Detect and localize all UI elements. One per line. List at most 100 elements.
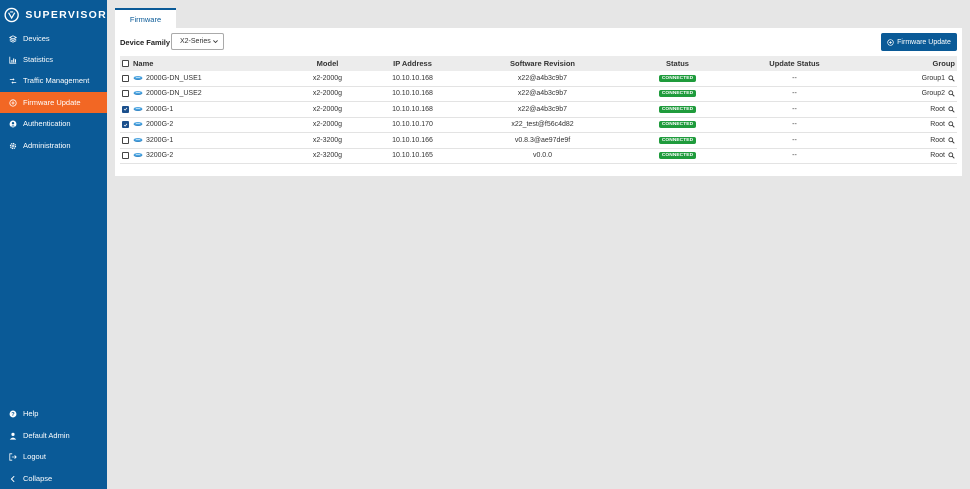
sidebar: SUPERVISOR Devices Statistics Traffic Ma… — [0, 0, 107, 489]
search-icon[interactable] — [948, 90, 955, 97]
table-row[interactable]: 2000G-DN_USE1 x2-2000g 10.10.10.168 x22@a4b… — [120, 71, 957, 87]
sidebar-item-firmware-update[interactable]: Firmware Update — [0, 92, 107, 113]
search-icon[interactable] — [948, 75, 955, 82]
group-name: Root — [930, 105, 945, 113]
tab-firmware[interactable]: Firmware — [115, 8, 176, 29]
sidebar-item-devices[interactable]: Devices — [0, 28, 107, 49]
header-ip-address[interactable]: IP Address — [355, 56, 470, 71]
search-icon[interactable] — [948, 106, 955, 113]
cell-group: Group2 — [857, 87, 955, 102]
sidebar-item-logout[interactable]: Logout — [0, 446, 107, 467]
group-name: Group2 — [921, 90, 945, 98]
sidebar-item-collapse[interactable]: Collapse — [0, 468, 107, 489]
cell-software-revision: v0.0.0 — [532, 152, 553, 160]
table-row[interactable]: 2000G-1 x2-2000g 10.10.10.168 x22@a4b3c9b7 C… — [120, 102, 957, 118]
status-badge: CONNECTED — [659, 90, 696, 98]
cell-group: Root — [857, 102, 955, 117]
logout-icon — [9, 452, 17, 461]
row-checkbox[interactable] — [122, 90, 129, 98]
chevron-down-icon — [213, 40, 218, 44]
brand-logo-icon — [4, 7, 19, 23]
sidebar-item-default-admin[interactable]: Default Admin — [0, 425, 107, 446]
table-header: Name Model IP Address Software Revision … — [120, 56, 957, 71]
sidebar-item-label: Logout — [23, 452, 46, 461]
firmware-update-button-label: Firmware Update — [897, 38, 951, 46]
brand: SUPERVISOR — [0, 0, 107, 30]
cell-ip-address: 10.10.10.168 — [392, 105, 433, 113]
table-row[interactable]: 3200G-1 x2-3200g 10.10.10.166 v0.8.3@ae97de… — [120, 133, 957, 149]
row-checkbox[interactable] — [122, 152, 129, 160]
header-update-status[interactable]: Update Status — [737, 56, 852, 71]
device-icon — [133, 106, 143, 111]
group-name: Group1 — [921, 74, 945, 82]
cell-software-revision: x22@a4b3c9b7 — [517, 90, 568, 98]
sidebar-item-label: Administration — [23, 141, 71, 150]
sidebar-item-label: Default Admin — [23, 431, 70, 440]
cell-software-revision: x22@a4b3c9b7 — [517, 105, 568, 113]
svg-text:?: ? — [11, 412, 15, 418]
cell-status: CONNECTED — [620, 149, 735, 164]
device-name[interactable]: 3200G-1 — [146, 137, 173, 144]
cell-status: CONNECTED — [620, 133, 735, 148]
header-name: Name — [122, 56, 272, 71]
sidebar-item-label: Authentication — [23, 119, 71, 128]
status-badge: CONNECTED — [659, 136, 696, 144]
device-family-label: Device Family — [120, 38, 171, 47]
device-name[interactable]: 2000G-2 — [146, 121, 173, 128]
cell-status: CONNECTED — [620, 118, 735, 133]
brand-name: SUPERVISOR — [25, 9, 107, 21]
row-checkbox[interactable] — [122, 136, 129, 144]
cell-group: Root — [857, 133, 955, 148]
table-row[interactable]: 3200G-2 x2-3200g 10.10.10.165 v0.0.0 CONNECT… — [120, 149, 957, 164]
cell-software-revision: v0.8.3@ae97de9f — [514, 136, 571, 144]
sidebar-item-traffic-management[interactable]: Traffic Management — [0, 70, 107, 91]
firmware-icon — [9, 98, 17, 107]
sidebar-item-label: Statistics — [23, 55, 54, 64]
sidebar-item-authentication[interactable]: Authentication — [0, 113, 107, 134]
cell-name: 2000G-1 — [122, 102, 272, 117]
cell-update-status: -- — [792, 152, 797, 160]
cell-update-status: -- — [792, 90, 797, 98]
row-checkbox[interactable] — [122, 74, 129, 82]
row-checkbox[interactable] — [122, 105, 129, 113]
sidebar-item-administration[interactable]: Administration — [0, 135, 107, 156]
device-icon — [133, 122, 143, 127]
status-badge: CONNECTED — [659, 105, 696, 113]
device-name[interactable]: 2000G-DN_USE1 — [146, 75, 202, 82]
firmware-update-button[interactable]: Firmware Update — [881, 33, 957, 51]
user-icon — [9, 120, 17, 128]
user-icon — [9, 432, 17, 440]
cell-update-status: -- — [792, 105, 797, 113]
sidebar-item-label: Traffic Management — [23, 76, 90, 85]
group-name: Root — [930, 136, 945, 144]
sidebar-item-statistics[interactable]: Statistics — [0, 49, 107, 70]
device-name[interactable]: 2000G-1 — [146, 106, 173, 113]
cell-status: CONNECTED — [620, 71, 735, 86]
search-icon[interactable] — [948, 137, 955, 144]
cell-ip-address: 10.10.10.170 — [392, 121, 433, 129]
gear-icon — [9, 142, 17, 150]
device-family-select[interactable]: X2-Series — [171, 33, 224, 50]
header-status[interactable]: Status — [620, 56, 735, 71]
header-software-revision[interactable]: Software Revision — [485, 56, 600, 71]
device-name[interactable]: 2000G-DN_USE2 — [146, 90, 202, 97]
status-badge: CONNECTED — [659, 121, 696, 129]
device-icon — [133, 153, 143, 158]
select-all-checkbox[interactable] — [122, 60, 129, 67]
table-row[interactable]: 2000G-DN_USE2 x2-2000g 10.10.10.168 x22@a4b… — [120, 87, 957, 102]
cell-ip-address: 10.10.10.168 — [392, 74, 433, 82]
sidebar-item-help[interactable]: ? Help — [0, 403, 107, 424]
header-group[interactable]: Group — [857, 56, 956, 71]
layers-icon — [9, 34, 17, 43]
device-family-value: X2-Series — [180, 38, 211, 45]
device-name[interactable]: 3200G-2 — [146, 152, 173, 159]
status-badge: CONNECTED — [659, 74, 696, 82]
table-row[interactable]: 2000G-2 x2-2000g 10.10.10.170 x22_test@f56c… — [120, 118, 957, 133]
row-checkbox[interactable] — [122, 121, 129, 129]
cell-software-revision: x22@a4b3c9b7 — [517, 74, 568, 82]
search-icon[interactable] — [948, 121, 955, 128]
cell-name: 2000G-DN_USE1 — [122, 71, 272, 86]
sidebar-item-label: Firmware Update — [23, 98, 81, 107]
search-icon[interactable] — [948, 152, 955, 159]
firmware-panel: Device Family X2-Series Firmware Update … — [115, 28, 962, 176]
